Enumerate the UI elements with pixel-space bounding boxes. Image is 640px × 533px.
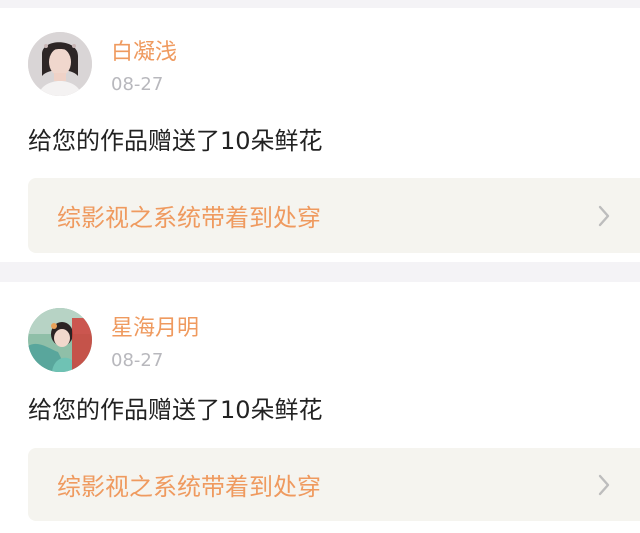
avatar-portrait-icon: [28, 32, 92, 96]
user-meta: 白凝浅 08-27: [111, 32, 177, 96]
gift-message: 给您的作品赠送了10朵鲜花: [28, 396, 323, 424]
work-title: 综影视之系统带着到处穿: [57, 204, 321, 232]
work-link[interactable]: 综影视之系统带着到处穿: [28, 178, 640, 253]
notification-header: 星海月明 08-27: [28, 308, 199, 372]
avatar[interactable]: [28, 308, 92, 372]
username[interactable]: 星海月明: [111, 316, 199, 342]
work-link[interactable]: 综影视之系统带着到处穿: [28, 448, 640, 521]
notification-card: 星海月明 08-27 给您的作品赠送了10朵鲜花 综影视之系统带着到处穿: [0, 282, 640, 533]
date: 08-27: [111, 74, 164, 95]
work-title: 综影视之系统带着到处穿: [57, 473, 321, 501]
notification-card: 白凝浅 08-27 给您的作品赠送了10朵鲜花 综影视之系统带着到处穿: [0, 8, 640, 262]
chevron-right-icon: [590, 202, 618, 230]
card-separator: [0, 262, 640, 282]
top-gap: [0, 0, 640, 8]
avatar[interactable]: [28, 32, 92, 96]
user-meta: 星海月明 08-27: [111, 308, 199, 372]
notification-header: 白凝浅 08-27: [28, 32, 177, 96]
chevron-right-icon: [590, 471, 618, 499]
date: 08-27: [111, 350, 164, 371]
username[interactable]: 白凝浅: [111, 40, 177, 66]
gift-message: 给您的作品赠送了10朵鲜花: [28, 127, 323, 155]
avatar-portrait-icon: [28, 308, 92, 372]
